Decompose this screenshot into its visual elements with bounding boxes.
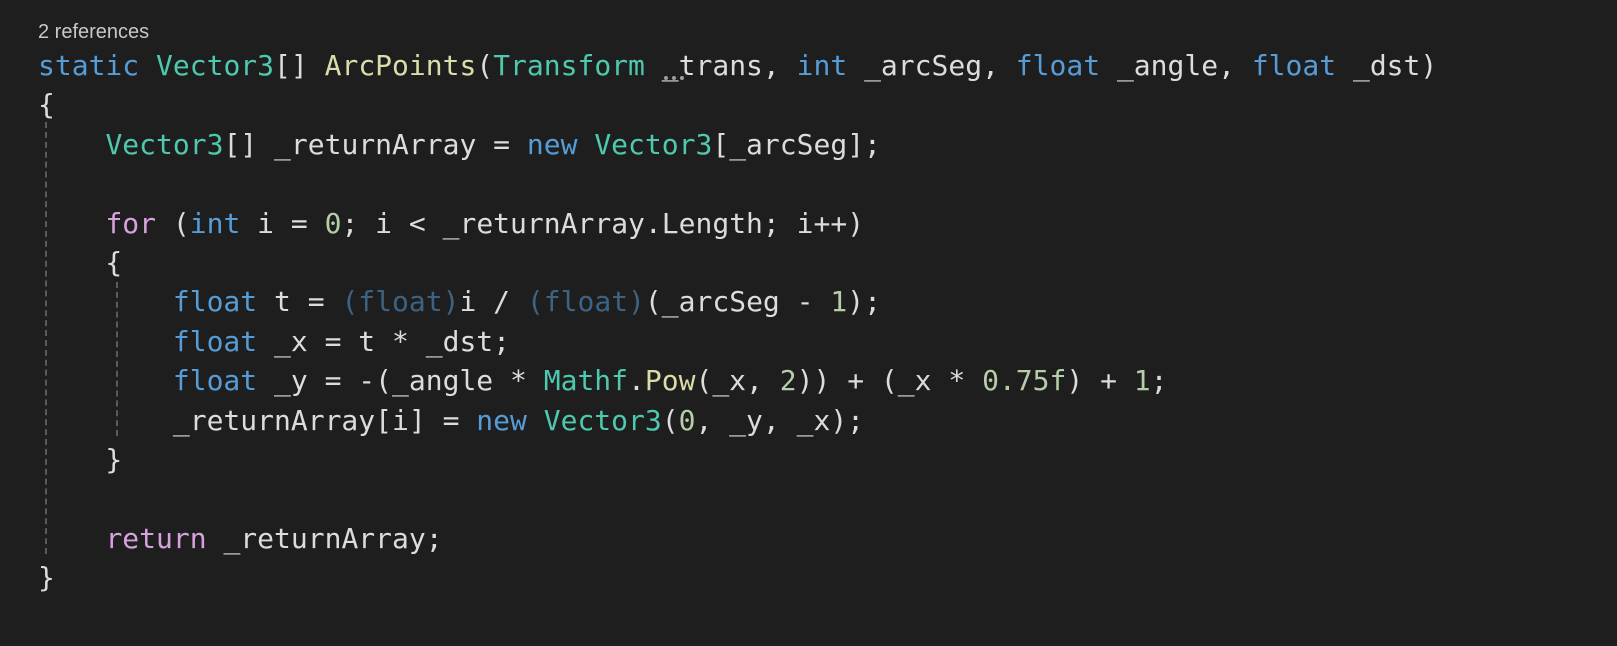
- code-line[interactable]: static Vector3[] ArcPoints(Transform _tr…: [38, 46, 1437, 86]
- code-token: );: [847, 285, 881, 319]
- code-line[interactable]: for (int i = 0; i < _returnArray.Length;…: [38, 204, 864, 244]
- code-token: {: [38, 88, 55, 122]
- code-token: (_arcSeg -: [644, 285, 831, 319]
- code-token: float: [172, 364, 258, 398]
- code-token: 0: [324, 206, 342, 240]
- code-token: _returnArray;: [206, 521, 443, 555]
- code-line[interactable]: float _x = t * _dst;: [38, 322, 510, 362]
- code-token: float: [1251, 49, 1337, 82]
- code-token: _dst): [1336, 49, 1438, 82]
- code-token: Vector3: [543, 403, 662, 437]
- code-token: 0.75f: [982, 364, 1067, 398]
- code-token: int: [796, 49, 848, 82]
- code-line[interactable]: float t = (float)i / (float)(_arcSeg - 1…: [38, 282, 881, 322]
- code-token: _arcSeg,: [847, 49, 1016, 82]
- code-token: t =: [257, 285, 342, 319]
- code-token: ,: [762, 49, 797, 82]
- code-token: return: [105, 521, 207, 555]
- code-token: ) +: [1066, 364, 1134, 398]
- code-token: ArcPoints: [324, 49, 477, 82]
- code-token: float: [172, 285, 258, 319]
- code-token: _angle,: [1100, 49, 1252, 82]
- code-token: i /: [459, 285, 527, 319]
- code-token: float: [172, 324, 258, 358]
- code-token: Pow: [644, 364, 696, 398]
- code-token: _x = t * _dst;: [257, 324, 511, 358]
- code-line[interactable]: }: [38, 440, 122, 480]
- code-line[interactable]: {: [38, 85, 55, 125]
- code-token: Vector3: [105, 127, 224, 161]
- code-token: Vector3: [156, 49, 275, 82]
- code-token: )) + (_x *: [796, 364, 983, 398]
- code-token: }: [38, 561, 55, 595]
- code-line[interactable]: Vector3[] _returnArray = new Vector3[_ar…: [38, 125, 881, 165]
- code-token: {: [38, 246, 123, 279]
- code-token: Transform: [493, 49, 645, 82]
- code-token: (float): [526, 285, 645, 319]
- code-line[interactable]: float _y = -(_angle * Mathf.Pow(_x, 2)) …: [38, 361, 1168, 401]
- code-token: []: [274, 49, 325, 82]
- code-token: (float): [341, 285, 460, 319]
- code-token: float: [1015, 49, 1101, 82]
- code-token: (: [661, 403, 679, 437]
- code-token: new: [476, 403, 527, 437]
- code-token: _trans: [661, 49, 763, 82]
- code-line[interactable]: }: [38, 558, 55, 598]
- code-token: for: [105, 206, 157, 240]
- code-token: [] _returnArray =: [223, 127, 527, 161]
- code-token: static: [38, 49, 140, 82]
- code-line[interactable]: _returnArray[i] = new Vector3(0, _y, _x)…: [38, 401, 864, 441]
- references-codelens[interactable]: 2 references: [38, 21, 149, 44]
- code-token: ;: [1150, 364, 1168, 398]
- code-token: int: [189, 206, 241, 240]
- code-token: ; i < _returnArray.Length; i++): [341, 206, 865, 240]
- code-line[interactable]: return _returnArray;: [38, 519, 443, 559]
- code-token: (_x,: [695, 364, 780, 398]
- code-token: _y = -(_angle *: [257, 364, 544, 398]
- code-token: [_arcSeg];: [712, 127, 881, 161]
- code-token: i =: [240, 206, 325, 240]
- code-token: Vector3: [594, 127, 713, 161]
- code-token: .: [628, 364, 645, 398]
- code-token: (: [156, 206, 190, 240]
- code-token: , _y, _x);: [695, 403, 865, 437]
- code-token: }: [38, 443, 123, 476]
- code-line[interactable]: {: [38, 243, 122, 283]
- code-token: _returnArray[i] =: [38, 403, 477, 437]
- code-token: Mathf: [543, 364, 629, 398]
- code-token: 2: [779, 364, 797, 398]
- code-token: new: [526, 127, 578, 161]
- code-token: 0: [678, 403, 696, 437]
- code-token: (: [476, 49, 494, 82]
- code-token: 1: [830, 285, 848, 319]
- code-token: 1: [1133, 364, 1151, 398]
- code-editor[interactable]: 2 references static Vector3[] ArcPoints(…: [0, 0, 1617, 646]
